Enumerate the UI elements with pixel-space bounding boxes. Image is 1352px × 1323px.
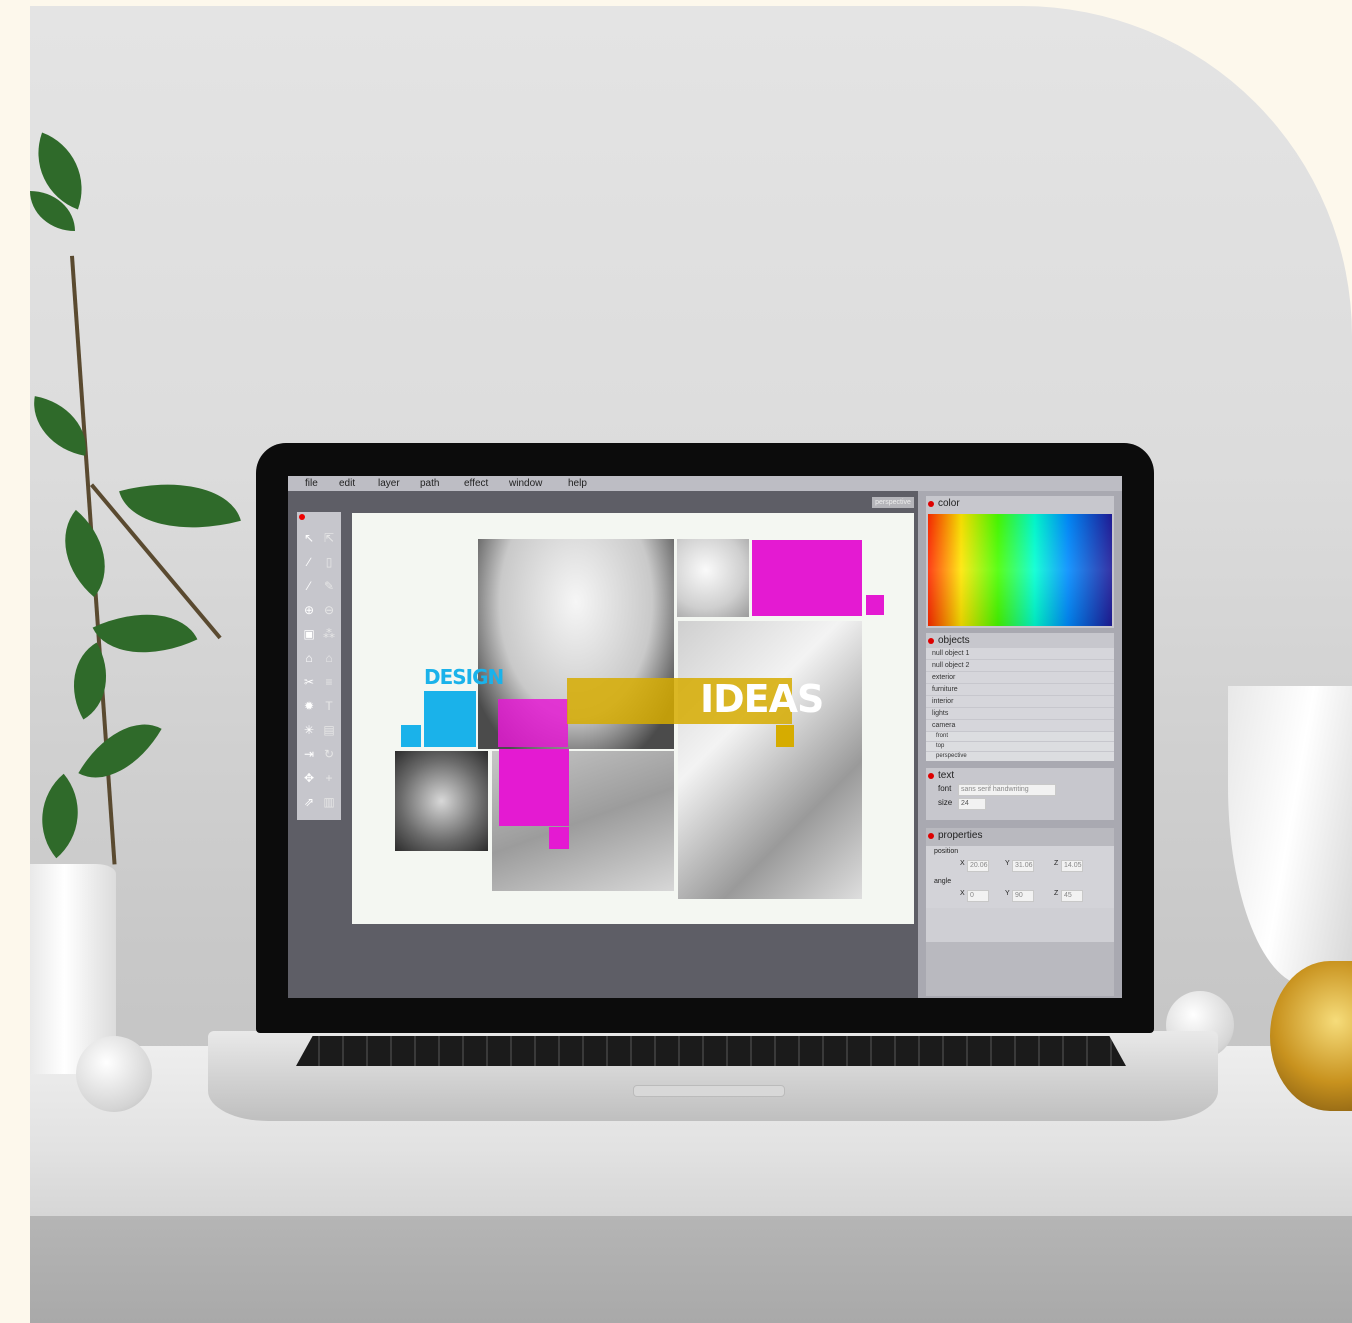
pencil-icon[interactable]: ✎ xyxy=(319,574,339,598)
toolbox: ↖ ⇱ ∕ ▯ ⁄ ✎ ⊕ ⊖ ▣ ⁂ ⌂ ⌂ ✂ ≡ ✹ T ✳ ▤ ⇥ ↻ ✥ + ⇗ ▥ xyxy=(297,512,341,820)
menu-effect[interactable]: effect xyxy=(464,476,488,489)
color-panel: color xyxy=(926,496,1114,628)
object-item[interactable]: lights xyxy=(926,708,1114,719)
text-panel-title: text xyxy=(926,768,1114,781)
zoom-in-icon[interactable]: ⊕ xyxy=(299,598,319,622)
properties-panel-title: properties xyxy=(926,828,1114,841)
size-input[interactable]: 24 xyxy=(958,798,986,810)
menu-bar: file edit layer path effect window help xyxy=(288,476,1122,491)
magic-wand-icon[interactable]: ⁂ xyxy=(319,622,339,646)
laptop-lid: file edit layer path effect window help … xyxy=(256,443,1154,1033)
camera-child-item[interactable]: top xyxy=(926,742,1114,751)
home-filled-icon[interactable]: ⌂ xyxy=(319,646,339,670)
image-blossom xyxy=(677,539,749,617)
eyedropper-icon[interactable]: ⁄ xyxy=(299,574,319,598)
cyan-block xyxy=(424,691,476,747)
crosshair-icon[interactable]: + xyxy=(319,766,339,790)
objects-list: null object 1 null object 2 exterior furnit… xyxy=(926,648,1114,761)
magenta-square-bottom xyxy=(549,827,569,849)
color-spectrum[interactable] xyxy=(928,514,1112,626)
laptop-base xyxy=(208,1031,1218,1121)
gear-icon[interactable]: ✹ xyxy=(299,694,319,718)
yellow-square xyxy=(776,725,794,747)
position-label: position xyxy=(934,848,959,855)
direct-select-icon[interactable]: ⇱ xyxy=(319,526,339,550)
save-icon[interactable]: ▤ xyxy=(319,718,339,742)
tab-perspective[interactable]: perspective xyxy=(872,497,914,508)
cyan-square xyxy=(401,725,421,747)
position-y-input[interactable]: 31.06 xyxy=(1012,860,1034,872)
position-x-input[interactable]: 20.06 xyxy=(967,860,989,872)
angle-z-label: Z xyxy=(1054,890,1059,897)
design-heading[interactable]: DESIGN xyxy=(424,665,504,689)
object-item[interactable]: camera xyxy=(926,720,1114,731)
move-icon[interactable]: ✥ xyxy=(299,766,319,790)
object-item[interactable]: furniture xyxy=(926,684,1114,695)
design-canvas[interactable]: DESIGN IDEAS xyxy=(352,513,914,924)
sparkle-icon[interactable]: ✳ xyxy=(299,718,319,742)
right-panel: color objects null object 1 null object 2… xyxy=(918,491,1122,998)
layers-icon[interactable]: ≡ xyxy=(319,670,339,694)
camera-child-item[interactable]: front xyxy=(926,732,1114,741)
objects-panel-title: objects xyxy=(926,633,1114,646)
angle-z-input[interactable]: 45 xyxy=(1061,890,1083,902)
image-branch xyxy=(395,751,488,851)
magenta-block-bottom xyxy=(499,749,569,826)
size-label: size xyxy=(938,798,953,807)
magenta-square-top xyxy=(866,595,884,615)
magenta-overlay xyxy=(498,699,568,747)
trash-icon[interactable]: ▥ xyxy=(319,790,339,814)
brush-icon[interactable]: ∕ xyxy=(299,550,319,574)
home-icon[interactable]: ⌂ xyxy=(299,646,319,670)
toolbox-close-dot[interactable] xyxy=(299,514,305,520)
font-label: font xyxy=(938,784,952,793)
new-page-icon[interactable]: ▯ xyxy=(319,550,339,574)
white-sphere-left xyxy=(76,1036,152,1112)
object-item[interactable]: interior xyxy=(926,696,1114,707)
laptop-screen: file edit layer path effect window help … xyxy=(288,476,1122,998)
angle-label: angle xyxy=(934,878,952,885)
menu-help[interactable]: help xyxy=(568,476,587,489)
share-icon[interactable]: ⇗ xyxy=(299,790,319,814)
zoom-out-icon[interactable]: ⊖ xyxy=(319,598,339,622)
position-z-input[interactable]: 14.05 xyxy=(1061,860,1083,872)
ideas-heading[interactable]: IDEAS xyxy=(700,677,824,721)
text-icon[interactable]: T xyxy=(319,694,339,718)
lock-icon[interactable]: ▣ xyxy=(299,622,319,646)
object-item[interactable]: exterior xyxy=(926,672,1114,683)
export-icon[interactable]: ⇥ xyxy=(299,742,319,766)
photo-scene: file edit layer path effect window help … xyxy=(30,6,1352,1323)
tool-grid: ↖ ⇱ ∕ ▯ ⁄ ✎ ⊕ ⊖ ▣ ⁂ ⌂ ⌂ ✂ ≡ ✹ T ✳ ▤ ⇥ ↻ ✥ + ⇗ ▥ xyxy=(299,526,339,814)
trackpad-edge xyxy=(633,1085,785,1097)
text-panel: text font sans serif handwriting size 24 xyxy=(926,768,1114,820)
scissors-icon[interactable]: ✂ xyxy=(299,670,319,694)
keyboard xyxy=(296,1036,1126,1066)
angle-y-input[interactable]: 90 xyxy=(1012,890,1034,902)
menu-layer[interactable]: layer xyxy=(378,476,400,489)
image-attic-room xyxy=(678,621,862,899)
rotate-icon[interactable]: ↻ xyxy=(319,742,339,766)
menu-path[interactable]: path xyxy=(420,476,439,489)
objects-panel: objects null object 1 null object 2 exteri… xyxy=(926,633,1114,761)
position-z-label: Z xyxy=(1054,860,1059,867)
position-x-label: X xyxy=(960,860,965,867)
color-panel-title: color xyxy=(926,496,1114,509)
marble-vase xyxy=(1228,686,1352,986)
menu-window[interactable]: window xyxy=(509,476,542,489)
select-arrow-icon[interactable]: ↖ xyxy=(299,526,319,550)
object-item[interactable]: null object 1 xyxy=(926,648,1114,659)
position-y-label: Y xyxy=(1005,860,1010,867)
properties-panel: properties position X 20.06 Y 31.06 Z 14… xyxy=(926,828,1114,996)
menu-file[interactable]: file xyxy=(305,476,318,489)
magenta-block-top xyxy=(752,540,862,616)
angle-y-label: Y xyxy=(1005,890,1010,897)
angle-x-input[interactable]: 0 xyxy=(967,890,989,902)
camera-child-item[interactable]: perspective xyxy=(926,752,1114,761)
menu-edit[interactable]: edit xyxy=(339,476,355,489)
angle-x-label: X xyxy=(960,890,965,897)
font-input[interactable]: sans serif handwriting xyxy=(958,784,1056,796)
shelf-front xyxy=(30,1216,1352,1323)
object-item[interactable]: null object 2 xyxy=(926,660,1114,671)
